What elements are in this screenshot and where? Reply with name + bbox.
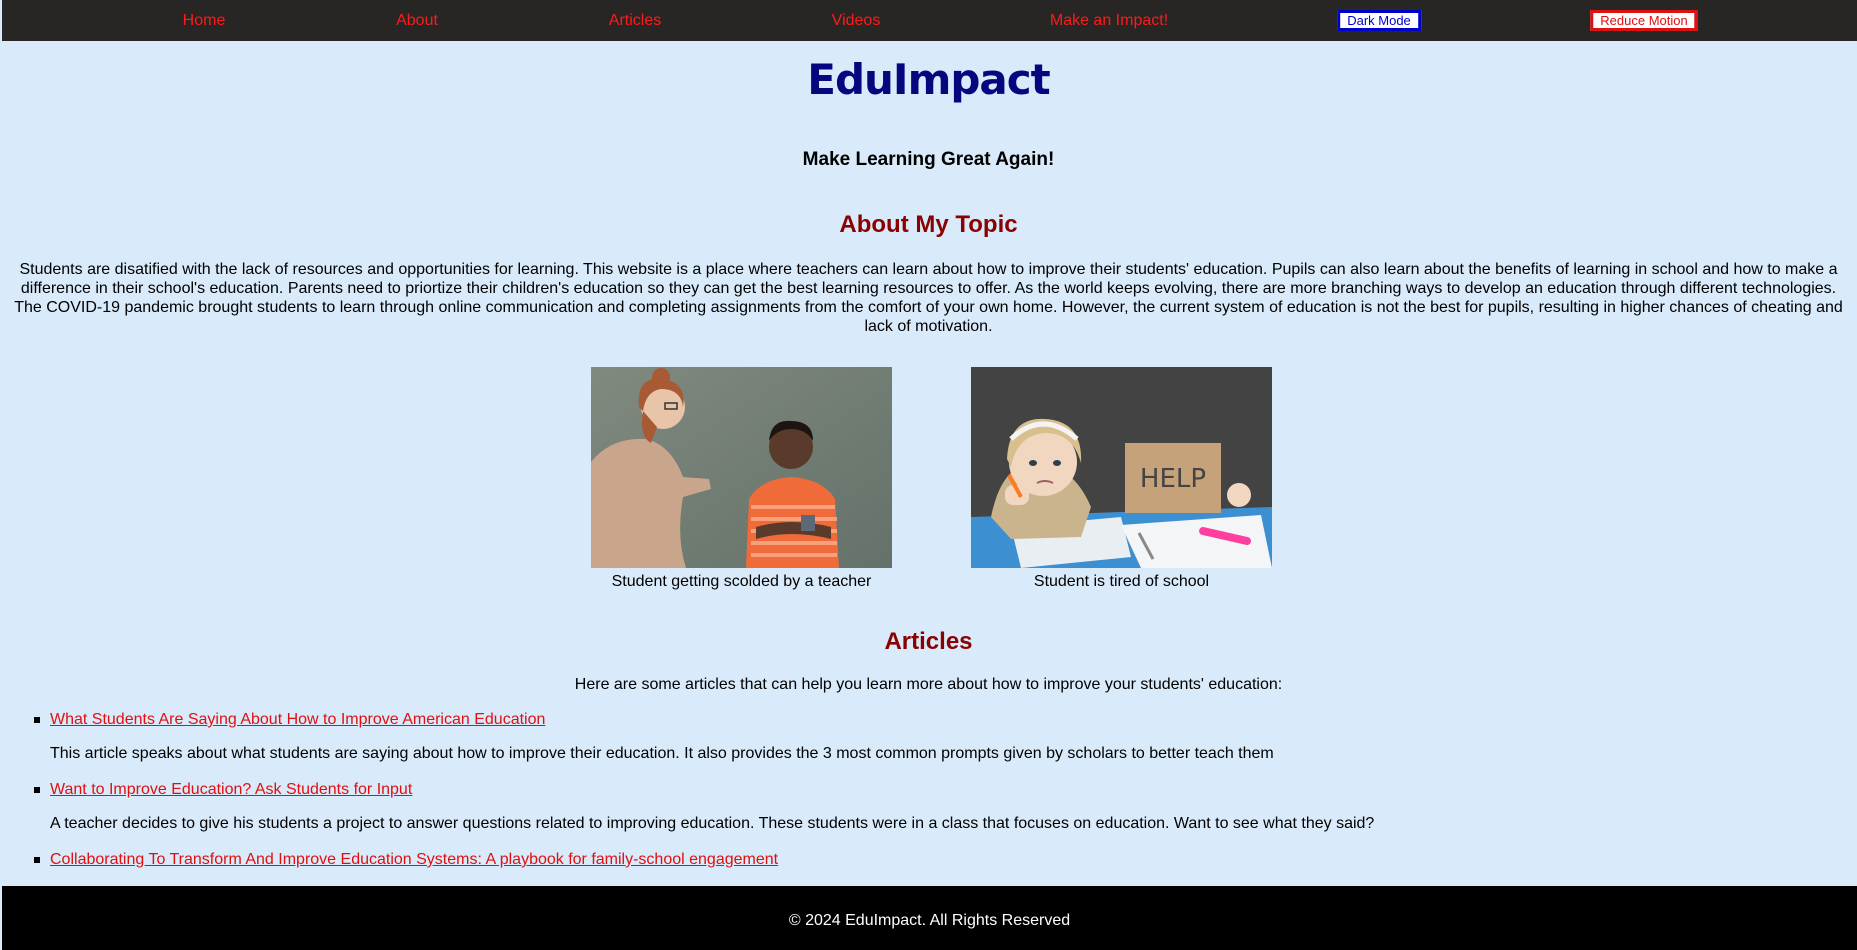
nav-link-make-an-impact[interactable]: Make an Impact!	[1050, 12, 1168, 30]
about-heading: About My Topic	[839, 211, 1018, 238]
site-title: EduImpact	[807, 55, 1050, 104]
article-item: What Students Are Saying About How to Im…	[34, 711, 1830, 781]
bullet-icon	[34, 857, 40, 863]
figure-caption: Student getting scolded by a teacher	[611, 573, 872, 590]
article-item: Want to Improve Education? Ask Students …	[34, 781, 1830, 851]
article-description: A teacher decides to give his students a…	[50, 815, 1375, 832]
figure-caption: Student is tired of school	[1033, 573, 1210, 590]
help-sign-text: HELP	[1140, 464, 1206, 494]
photo-teacher-scolding	[591, 367, 892, 568]
figure-tired-student: HELP Student is tired of school	[971, 367, 1272, 591]
bullet-icon	[34, 787, 40, 793]
articles-intro: Here are some articles that can help you…	[574, 676, 1283, 693]
article-link[interactable]: What Students Are Saying About How to Im…	[50, 711, 1830, 729]
nav-link-articles[interactable]: Articles	[609, 12, 661, 30]
dark-mode-button[interactable]: Dark Mode	[1337, 10, 1421, 31]
tagline: Make Learning Great Again!	[802, 149, 1055, 170]
reduce-motion-button[interactable]: Reduce Motion	[1590, 10, 1698, 31]
photo-tired-student-help-sign: HELP	[971, 367, 1272, 568]
nav-link-videos[interactable]: Videos	[832, 12, 881, 30]
figure-scolded-student: Student getting scolded by a teacher	[591, 367, 892, 591]
nav-link-about[interactable]: About	[396, 12, 438, 30]
article-description: This article speaks about what students …	[50, 745, 1274, 762]
footer-copyright: © 2024 EduImpact. All Rights Reserved	[788, 912, 1071, 929]
bullet-icon	[34, 717, 40, 723]
article-link[interactable]: Want to Improve Education? Ask Students …	[50, 781, 1830, 799]
articles-heading: Articles	[884, 628, 973, 655]
footer: © 2024 EduImpact. All Rights Reserved	[2, 886, 1857, 950]
nav-link-home[interactable]: Home	[183, 12, 226, 30]
article-item: Collaborating To Transform And Improve E…	[34, 851, 1830, 881]
article-list: What Students Are Saying About How to Im…	[34, 711, 1830, 881]
top-nav: Home About Articles Videos Make an Impac…	[2, 0, 1857, 41]
about-text: Students are disatified with the lack of…	[14, 261, 1843, 335]
article-link[interactable]: Collaborating To Transform And Improve E…	[50, 851, 1830, 869]
